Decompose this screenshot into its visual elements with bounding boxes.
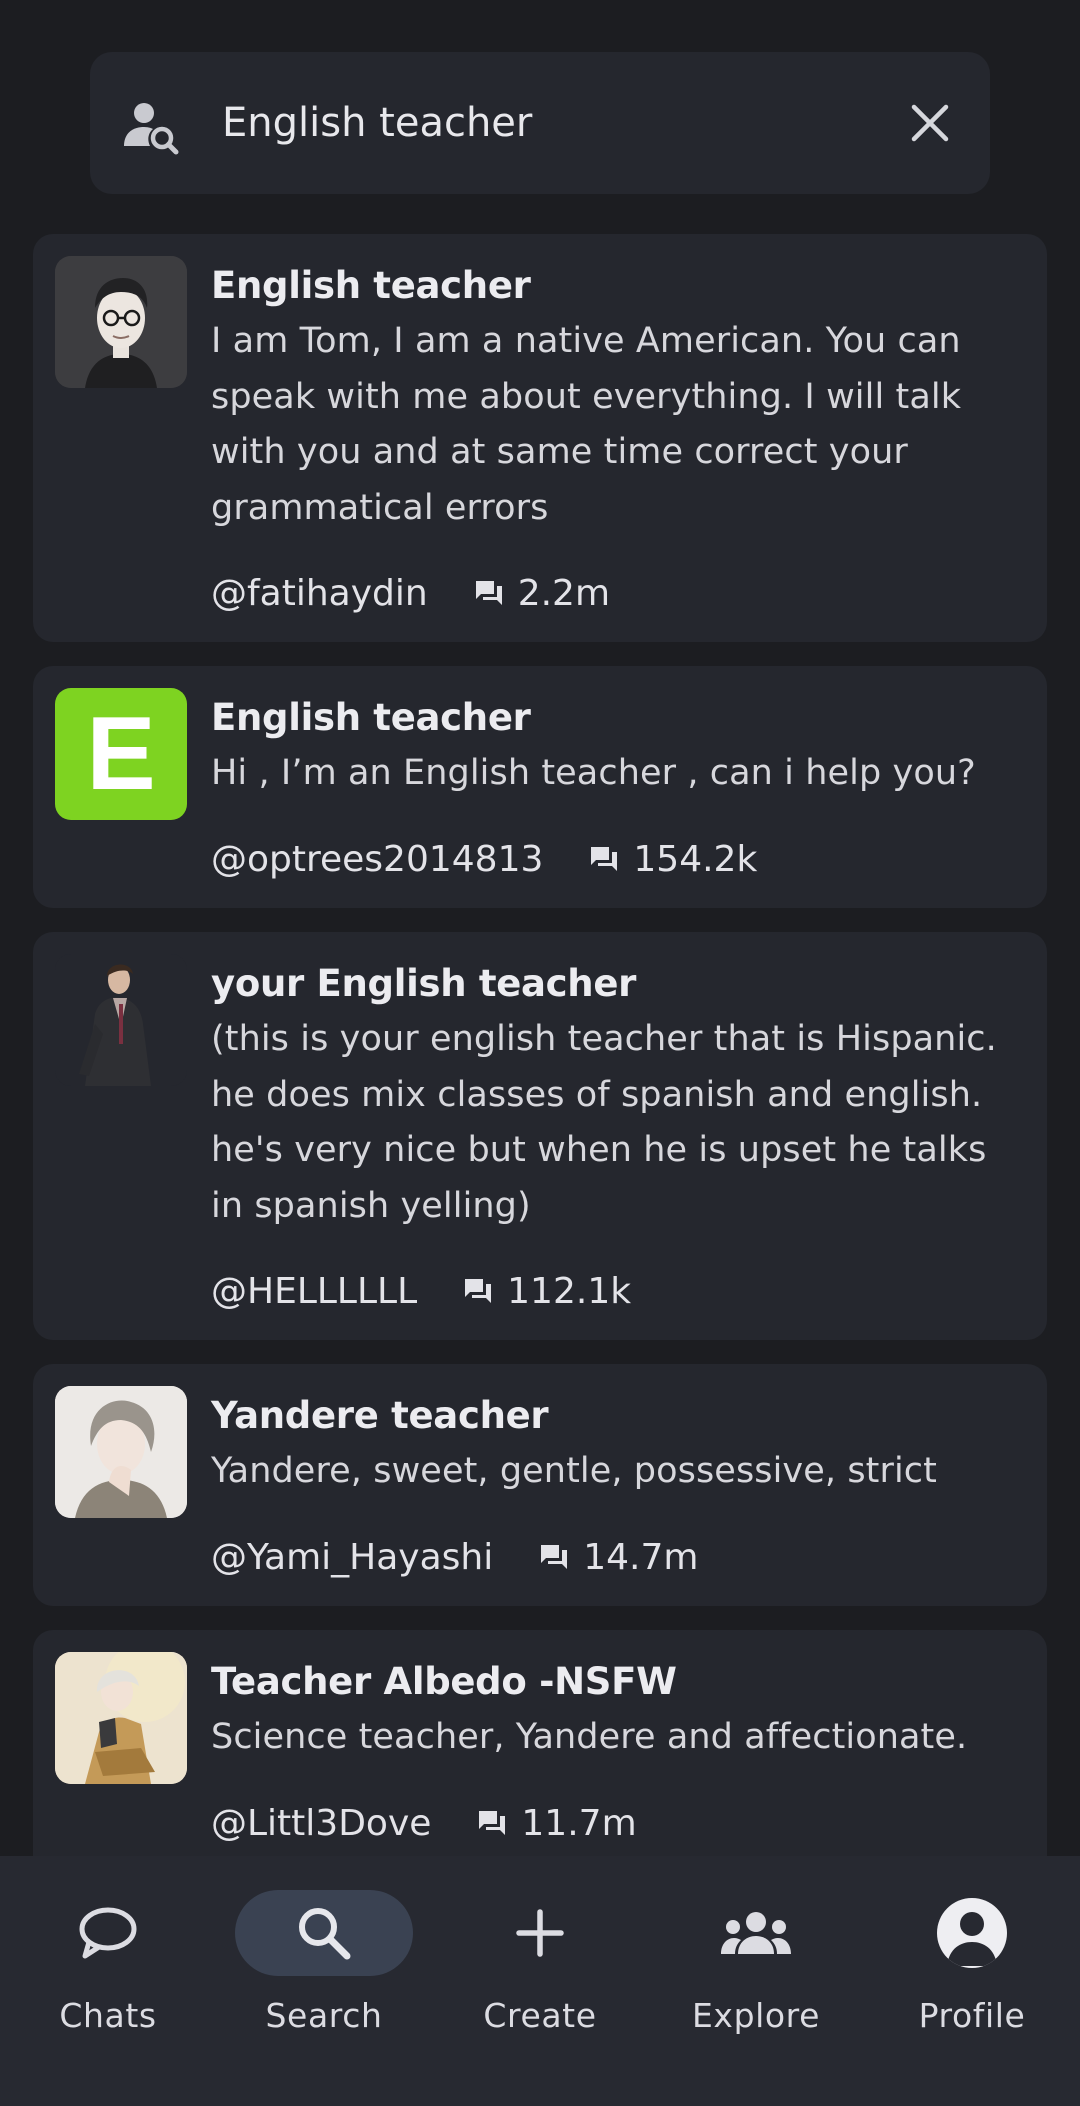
result-description: Science teacher, Yandere and affectionat… <box>211 1717 968 1757</box>
chat-count-value: 112.1k <box>507 1270 632 1312</box>
list-item[interactable]: E English teacher Hi , I’m an English te… <box>33 666 1047 908</box>
result-title: English teacher <box>211 696 531 739</box>
avatar <box>55 1386 187 1518</box>
nav-profile-icon-wrap <box>895 1890 1049 1976</box>
list-item[interactable]: English teacher I am Tom, I am a native … <box>33 234 1047 642</box>
nav-label: Search <box>265 1996 383 2035</box>
result-author[interactable]: @HELLLLLL <box>211 1271 417 1312</box>
nav-label: Create <box>483 1996 597 2035</box>
result-author[interactable]: @Littl3Dove <box>211 1803 431 1844</box>
nav-label: Explore <box>691 1996 821 2035</box>
nav-profile[interactable]: Profile <box>864 1856 1080 2106</box>
search-input[interactable]: English teacher <box>222 52 532 194</box>
search-bar[interactable]: English teacher <box>90 52 990 194</box>
result-title: Teacher Albedo -NSFW <box>211 1660 677 1703</box>
result-title: your English teacher <box>211 962 637 1005</box>
result-meta: @HELLLLLL 112.1k <box>211 1264 631 1318</box>
chat-bubble-icon <box>79 1907 137 1959</box>
group-icon <box>721 1912 791 1954</box>
chat-count-icon <box>465 1279 492 1303</box>
chat-count: 11.7m <box>477 1802 637 1844</box>
chat-count-icon <box>475 581 502 605</box>
nav-search[interactable]: Search <box>216 1856 432 2106</box>
result-meta: @Yami_Hayashi 14.7m <box>211 1530 698 1584</box>
result-author[interactable]: @fatihaydin <box>211 573 428 614</box>
chat-count: 112.1k <box>463 1271 631 1312</box>
nav-chats-icon-wrap <box>31 1890 185 1976</box>
chat-count: 2.2m <box>474 573 610 614</box>
nav-label: Chats <box>59 1996 157 2035</box>
account-circle-icon <box>937 1898 1007 1968</box>
plus-icon <box>516 1909 564 1957</box>
result-meta: @Littl3Dove 11.7m <box>211 1796 637 1850</box>
result-meta: @optrees2014813 154.2k <box>211 832 757 886</box>
clear-search-button[interactable] <box>904 97 956 149</box>
nav-create[interactable]: Create <box>432 1856 648 2106</box>
chat-count-value: 11.7m <box>521 1802 637 1844</box>
chat-count: 154.2k <box>589 839 757 880</box>
chat-count-value: 154.2k <box>633 838 758 880</box>
nav-create-icon-wrap <box>463 1890 617 1976</box>
nav-label: Profile <box>918 1996 1026 2035</box>
avatar-letter: E <box>86 696 156 812</box>
nav-chats[interactable]: Chats <box>0 1856 216 2106</box>
result-description: I am Tom, I am a native American. You ca… <box>211 321 962 528</box>
result-description: Yandere, sweet, gentle, possessive, stri… <box>211 1451 937 1491</box>
bottom-navigation: Chats Search Create Explore Profile <box>0 1856 1080 2106</box>
list-item[interactable]: Yandere teacher Yandere, sweet, gentle, … <box>33 1364 1047 1606</box>
avatar: E <box>55 688 187 820</box>
chat-count-icon <box>479 1811 506 1835</box>
chat-count-value: 14.7m <box>583 1536 699 1578</box>
list-item[interactable]: Teacher Albedo -NSFW Science teacher, Ya… <box>33 1630 1047 1890</box>
close-icon <box>911 104 949 142</box>
result-author[interactable]: @optrees2014813 <box>211 839 543 880</box>
nav-explore[interactable]: Explore <box>648 1856 864 2106</box>
result-description: (this is your english teacher that is Hi… <box>211 1019 997 1226</box>
chat-count: 14.7m <box>539 1537 698 1578</box>
chat-count-icon <box>591 847 618 871</box>
result-author[interactable]: @Yami_Hayashi <box>211 1537 493 1578</box>
app-root: English teacher English teacher I am Tom… <box>0 0 1080 2106</box>
avatar <box>55 1652 187 1784</box>
avatar <box>55 954 187 1086</box>
list-item[interactable]: your English teacher (this is your engli… <box>33 932 1047 1340</box>
nav-explore-icon-wrap <box>679 1890 833 1976</box>
user-search-icon <box>120 96 182 158</box>
result-title: Yandere teacher <box>211 1394 549 1437</box>
chat-count-icon <box>541 1545 568 1569</box>
result-title: English teacher <box>211 264 531 307</box>
result-meta: @fatihaydin 2.2m <box>211 566 610 620</box>
result-description: Hi , I’m an English teacher , can i help… <box>211 753 976 793</box>
chat-count-value: 2.2m <box>517 572 611 614</box>
avatar <box>55 256 187 388</box>
search-icon <box>299 1908 351 1960</box>
nav-search-icon-wrap <box>235 1890 413 1976</box>
